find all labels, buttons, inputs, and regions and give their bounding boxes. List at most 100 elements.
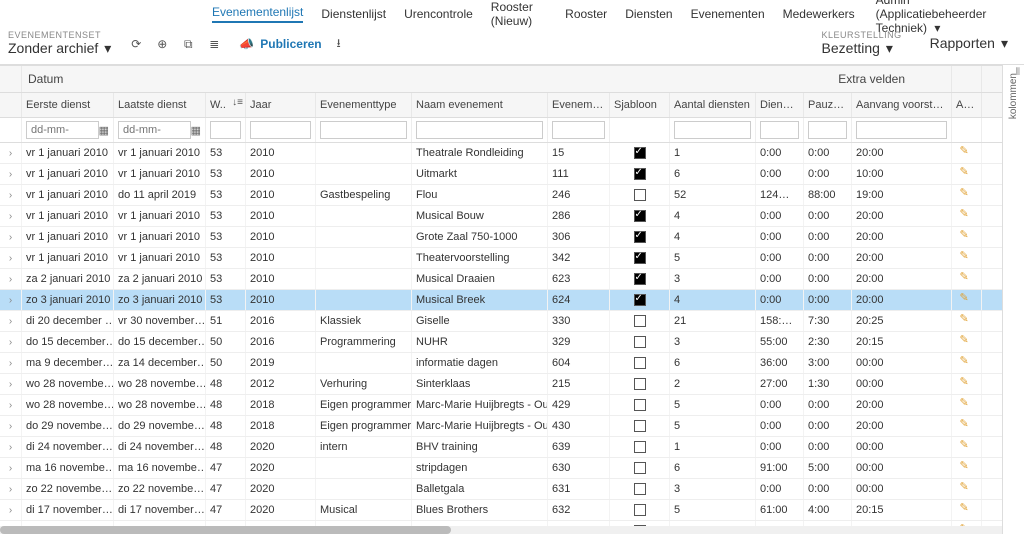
- checkbox-icon[interactable]: [634, 357, 646, 369]
- edit-icon[interactable]: [960, 359, 974, 367]
- edit-icon[interactable]: [960, 296, 974, 304]
- cell-sjabloon[interactable]: [610, 437, 670, 457]
- filter-dien[interactable]: [760, 121, 799, 139]
- checkbox-icon[interactable]: [634, 189, 646, 201]
- edit-icon[interactable]: [960, 338, 974, 346]
- edit-icon[interactable]: [960, 233, 974, 241]
- filter-evenement-id[interactable]: [552, 121, 605, 139]
- expand-icon[interactable]: ›: [0, 164, 22, 184]
- cell-action[interactable]: [952, 164, 982, 184]
- checkbox-icon[interactable]: [634, 378, 646, 390]
- col-aantal[interactable]: Aantal diensten: [670, 93, 756, 117]
- cell-sjabloon[interactable]: [610, 500, 670, 520]
- expand-icon[interactable]: ›: [0, 479, 22, 499]
- table-row[interactable]: ›ma 9 december…za 14 december…502019info…: [0, 353, 1024, 374]
- checkbox-icon[interactable]: [634, 441, 646, 453]
- edit-icon[interactable]: [960, 317, 974, 325]
- expand-icon[interactable]: ›: [0, 416, 22, 436]
- table-row[interactable]: ›vr 1 januari 2010vr 1 januari 201053201…: [0, 248, 1024, 269]
- cell-action[interactable]: [952, 416, 982, 436]
- cell-action[interactable]: [952, 311, 982, 331]
- filter-jaar[interactable]: [250, 121, 311, 139]
- checkbox-icon[interactable]: [634, 231, 646, 243]
- expand-icon[interactable]: ›: [0, 248, 22, 268]
- edit-icon[interactable]: [960, 191, 974, 199]
- cell-sjabloon[interactable]: [610, 206, 670, 226]
- checkbox-icon[interactable]: [634, 210, 646, 222]
- cell-action[interactable]: [952, 290, 982, 310]
- calendar-icon[interactable]: ▦: [99, 124, 109, 137]
- admin-menu[interactable]: Admin (Applicatiebeheerder Techniek) ▾: [876, 0, 1016, 35]
- col-aanvang[interactable]: Aanvang voorstelling: [852, 93, 952, 117]
- filter-pauz[interactable]: [808, 121, 847, 139]
- checkbox-icon[interactable]: [634, 147, 646, 159]
- nav-evenementen[interactable]: Evenementen: [691, 7, 765, 21]
- table-row[interactable]: ›do 29 novembe…do 29 novembe…482018Eigen…: [0, 416, 1024, 437]
- rows-container[interactable]: ›vr 1 januari 2010vr 1 januari 201053201…: [0, 143, 1024, 534]
- table-row[interactable]: ›do 15 december…do 15 december…502016Pro…: [0, 332, 1024, 353]
- filter-aantal[interactable]: [674, 121, 751, 139]
- table-row[interactable]: ›wo 28 novembe…wo 28 novembe…482018Eigen…: [0, 395, 1024, 416]
- cell-sjabloon[interactable]: [610, 290, 670, 310]
- publish-button[interactable]: 📣 Publiceren: [239, 37, 321, 51]
- checkbox-icon[interactable]: [634, 462, 646, 474]
- columns-ribbon[interactable]: ⫴ kolommen: [1002, 65, 1024, 534]
- nav-evenementenlijst[interactable]: Evenementenlijst: [212, 5, 303, 23]
- hscroll-thumb[interactable]: [0, 526, 451, 534]
- cell-action[interactable]: [952, 458, 982, 478]
- col-sjabloon[interactable]: Sjabloon: [610, 93, 670, 117]
- table-row[interactable]: ›zo 3 januari 2010zo 3 januari 201053201…: [0, 290, 1024, 311]
- expand-icon[interactable]: ›: [0, 143, 22, 163]
- filter-week[interactable]: [210, 121, 241, 139]
- eventset-selector[interactable]: EVENEMENTENSET Zonder archief ▾: [8, 31, 111, 56]
- checkbox-icon[interactable]: [634, 420, 646, 432]
- checkbox-icon[interactable]: [634, 315, 646, 327]
- cell-sjabloon[interactable]: [610, 353, 670, 373]
- col-dien[interactable]: Dien…: [756, 93, 804, 117]
- expand-icon[interactable]: ›: [0, 353, 22, 373]
- col-pauz[interactable]: Pauz…: [804, 93, 852, 117]
- cell-sjabloon[interactable]: [610, 374, 670, 394]
- cell-action[interactable]: [952, 437, 982, 457]
- cell-action[interactable]: [952, 353, 982, 373]
- cell-action[interactable]: [952, 185, 982, 205]
- cell-sjabloon[interactable]: [610, 311, 670, 331]
- filter-type[interactable]: [320, 121, 407, 139]
- cell-action[interactable]: [952, 143, 982, 163]
- edit-icon[interactable]: [960, 254, 974, 262]
- list-icon[interactable]: ≣: [205, 35, 223, 53]
- checkbox-icon[interactable]: [634, 273, 646, 285]
- nav-medewerkers[interactable]: Medewerkers: [783, 7, 855, 21]
- table-row[interactable]: ›vr 1 januari 2010vr 1 januari 201053201…: [0, 143, 1024, 164]
- col-naam[interactable]: Naam evenement: [412, 93, 548, 117]
- expand-icon[interactable]: ›: [0, 311, 22, 331]
- col-eerste-dienst[interactable]: Eerste dienst: [22, 93, 114, 117]
- cell-action[interactable]: [952, 500, 982, 520]
- expand-icon[interactable]: ›: [0, 269, 22, 289]
- edit-icon[interactable]: [960, 422, 974, 430]
- expand-icon[interactable]: ›: [0, 290, 22, 310]
- col-actions[interactable]: Ac…: [952, 93, 982, 117]
- nav-dienstenlijst[interactable]: Dienstenlijst: [321, 7, 386, 21]
- expand-icon[interactable]: ›: [0, 500, 22, 520]
- edit-icon[interactable]: [960, 443, 974, 451]
- table-row[interactable]: ›vr 1 januari 2010vr 1 januari 201053201…: [0, 206, 1024, 227]
- reports-selector[interactable]: Rapporten ▾: [930, 36, 1008, 51]
- checkbox-icon[interactable]: [634, 336, 646, 348]
- expand-icon[interactable]: ›: [0, 332, 22, 352]
- cell-sjabloon[interactable]: [610, 395, 670, 415]
- cell-sjabloon[interactable]: [610, 164, 670, 184]
- refresh-icon[interactable]: ⟳: [127, 35, 145, 53]
- expand-icon[interactable]: ›: [0, 395, 22, 415]
- nav-rooster-nieuw[interactable]: Rooster (Nieuw): [491, 0, 547, 28]
- edit-icon[interactable]: [960, 380, 974, 388]
- table-row[interactable]: ›vr 1 januari 2010vr 1 januari 201053201…: [0, 227, 1024, 248]
- table-row[interactable]: ›wo 28 novembe…wo 28 novembe…482012Verhu…: [0, 374, 1024, 395]
- duplicate-icon[interactable]: ⧉: [179, 35, 197, 53]
- table-row[interactable]: ›ma 16 novembe…ma 16 novembe…472020strip…: [0, 458, 1024, 479]
- expand-icon[interactable]: ›: [0, 206, 22, 226]
- table-row[interactable]: ›vr 1 januari 2010do 11 april 2019532010…: [0, 185, 1024, 206]
- expand-icon[interactable]: ›: [0, 185, 22, 205]
- expand-icon[interactable]: ›: [0, 437, 22, 457]
- cell-sjabloon[interactable]: [610, 458, 670, 478]
